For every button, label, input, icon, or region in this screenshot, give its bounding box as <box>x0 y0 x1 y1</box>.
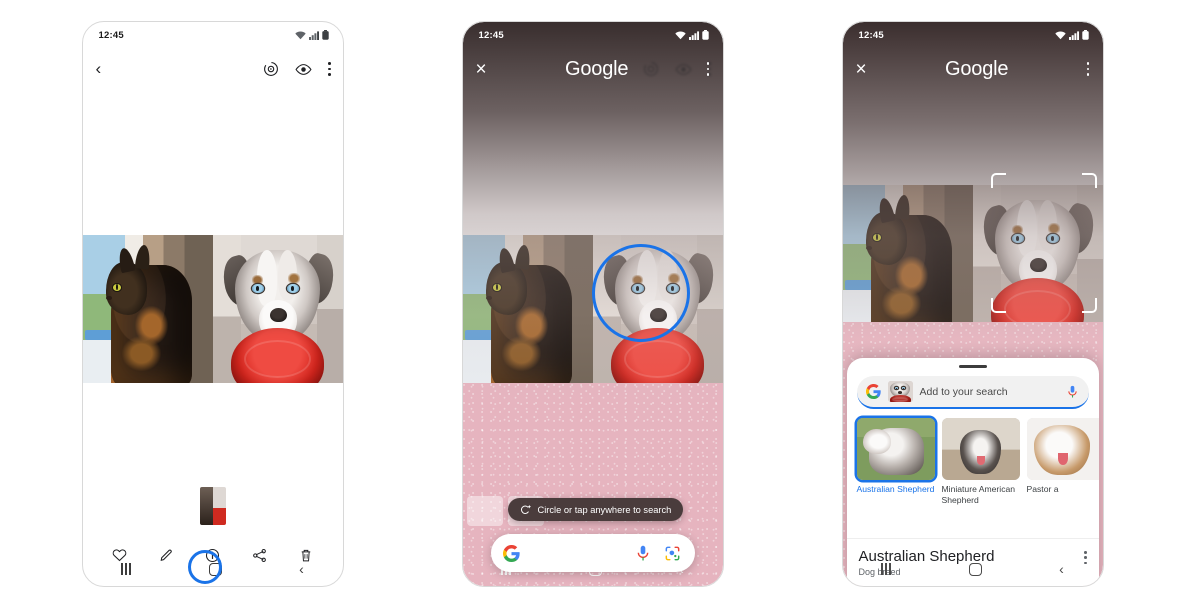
circle-to-search-icon <box>520 504 531 514</box>
status-icons <box>674 30 709 40</box>
recents-icon[interactable] <box>881 563 892 575</box>
google-wordmark: Google <box>565 57 629 80</box>
app-bar-actions <box>263 61 331 77</box>
result-label: Pastor a <box>1026 484 1059 494</box>
nav-back-icon[interactable]: ‹ <box>1059 561 1064 577</box>
status-icons <box>1054 30 1089 40</box>
cellular-signal-icon <box>308 30 319 40</box>
home-icon[interactable] <box>968 562 982 576</box>
phone-sequence: 12:45 ‹ ‹ ‹ 12:45 × Google Circle or tap… <box>0 0 1185 608</box>
nav-back-icon[interactable]: ‹ <box>299 561 304 577</box>
add-to-search-bar[interactable]: Add to your search <box>856 376 1089 409</box>
google-search-pill[interactable] <box>490 534 695 572</box>
battery-icon <box>1081 30 1089 40</box>
circle-to-search-tooltip: Circle or tap anywhere to search <box>507 498 684 521</box>
google-g-icon <box>865 384 881 399</box>
result-card-miniature-american-shepherd[interactable]: Miniature American Shepherd <box>941 418 1020 506</box>
result-card-australian-shepherd[interactable]: Australian Shepherd <box>856 418 935 506</box>
cellular-signal-icon <box>1068 30 1079 40</box>
miniature-american-shepherd-thumb <box>941 418 1020 480</box>
australian-shepherd-thumb <box>856 418 935 480</box>
google-g-icon <box>502 544 520 562</box>
overflow-menu-icon[interactable] <box>706 62 710 76</box>
screen-search-results: 12:45 × Google Add to your search Austra… <box>842 22 1103 586</box>
phone-panel-circle-to-search: ‹ 12:45 × Google Circle or tap anywhere … <box>461 21 724 587</box>
crop-handle-top-left[interactable] <box>990 173 1006 188</box>
system-nav-bar: ‹ <box>83 552 343 586</box>
crop-handle-top-right[interactable] <box>1081 173 1097 188</box>
status-time: 12:45 <box>98 29 124 41</box>
phone-panel-gallery: 12:45 ‹ ‹ <box>81 21 344 587</box>
crop-handle-bottom-right[interactable] <box>1081 298 1097 313</box>
cat-photo[interactable] <box>82 235 213 383</box>
wifi-icon <box>294 31 306 39</box>
status-bar: 12:45 <box>843 22 1103 48</box>
status-bar: 12:45 <box>83 22 343 48</box>
gallery-app-bar: ‹ <box>83 48 343 90</box>
crop-handle-bottom-left[interactable] <box>990 298 1006 313</box>
status-time: 12:45 <box>478 29 504 41</box>
home-icon[interactable] <box>208 562 222 576</box>
back-button[interactable]: ‹ <box>96 59 102 79</box>
screen-gallery: 12:45 ‹ ‹ <box>82 22 343 586</box>
status-time: 12:45 <box>858 29 884 41</box>
result-card-pastor-australiano[interactable]: Pastor a <box>1026 418 1099 506</box>
google-overlay-bar: × Google <box>463 48 723 90</box>
system-nav-bar: ‹ <box>843 552 1103 586</box>
screen-circle-to-search: ‹ 12:45 × Google Circle or tap anywhere … <box>462 22 723 586</box>
result-label: Miniature American Shepherd <box>941 484 1016 505</box>
motion-photo-icon[interactable] <box>263 61 279 77</box>
battery-icon <box>321 30 329 40</box>
search-pill-actions <box>636 545 681 562</box>
visual-match-results: Australian Shepherd Miniature American S… <box>856 418 1099 506</box>
microphone-icon[interactable] <box>1067 385 1078 399</box>
cropped-dog-thumbnail <box>887 381 913 402</box>
cellular-signal-icon <box>688 30 699 40</box>
close-icon[interactable]: × <box>476 60 487 79</box>
view-icon[interactable] <box>295 63 312 76</box>
google-overlay-bar: × Google <box>843 48 1103 90</box>
close-icon[interactable]: × <box>856 60 867 79</box>
google-wordmark: Google <box>945 57 1009 80</box>
tooltip-text: Circle or tap anywhere to search <box>537 504 672 515</box>
overflow-menu-icon[interactable] <box>1086 62 1090 76</box>
pastor-australiano-thumb <box>1026 418 1099 480</box>
phone-panel-search-results: 12:45 × Google Add to your search Austra… <box>841 21 1104 587</box>
add-to-search-placeholder: Add to your search <box>919 385 1008 398</box>
wifi-icon <box>674 31 686 39</box>
current-photo-thumbnail[interactable] <box>199 487 226 525</box>
status-icons <box>294 30 329 40</box>
wifi-icon <box>1054 31 1066 39</box>
battery-icon <box>701 30 709 40</box>
photo-strip <box>82 235 343 383</box>
drag-handle[interactable] <box>958 365 987 368</box>
crop-selection-frame[interactable] <box>990 173 1097 313</box>
recents-icon[interactable] <box>121 563 132 575</box>
result-label: Australian Shepherd <box>856 484 935 494</box>
google-lens-icon[interactable] <box>664 545 681 562</box>
status-bar: 12:45 <box>463 22 723 48</box>
overflow-menu-icon[interactable] <box>327 62 331 76</box>
microphone-icon[interactable] <box>636 545 650 562</box>
dog-photo[interactable] <box>212 235 343 383</box>
